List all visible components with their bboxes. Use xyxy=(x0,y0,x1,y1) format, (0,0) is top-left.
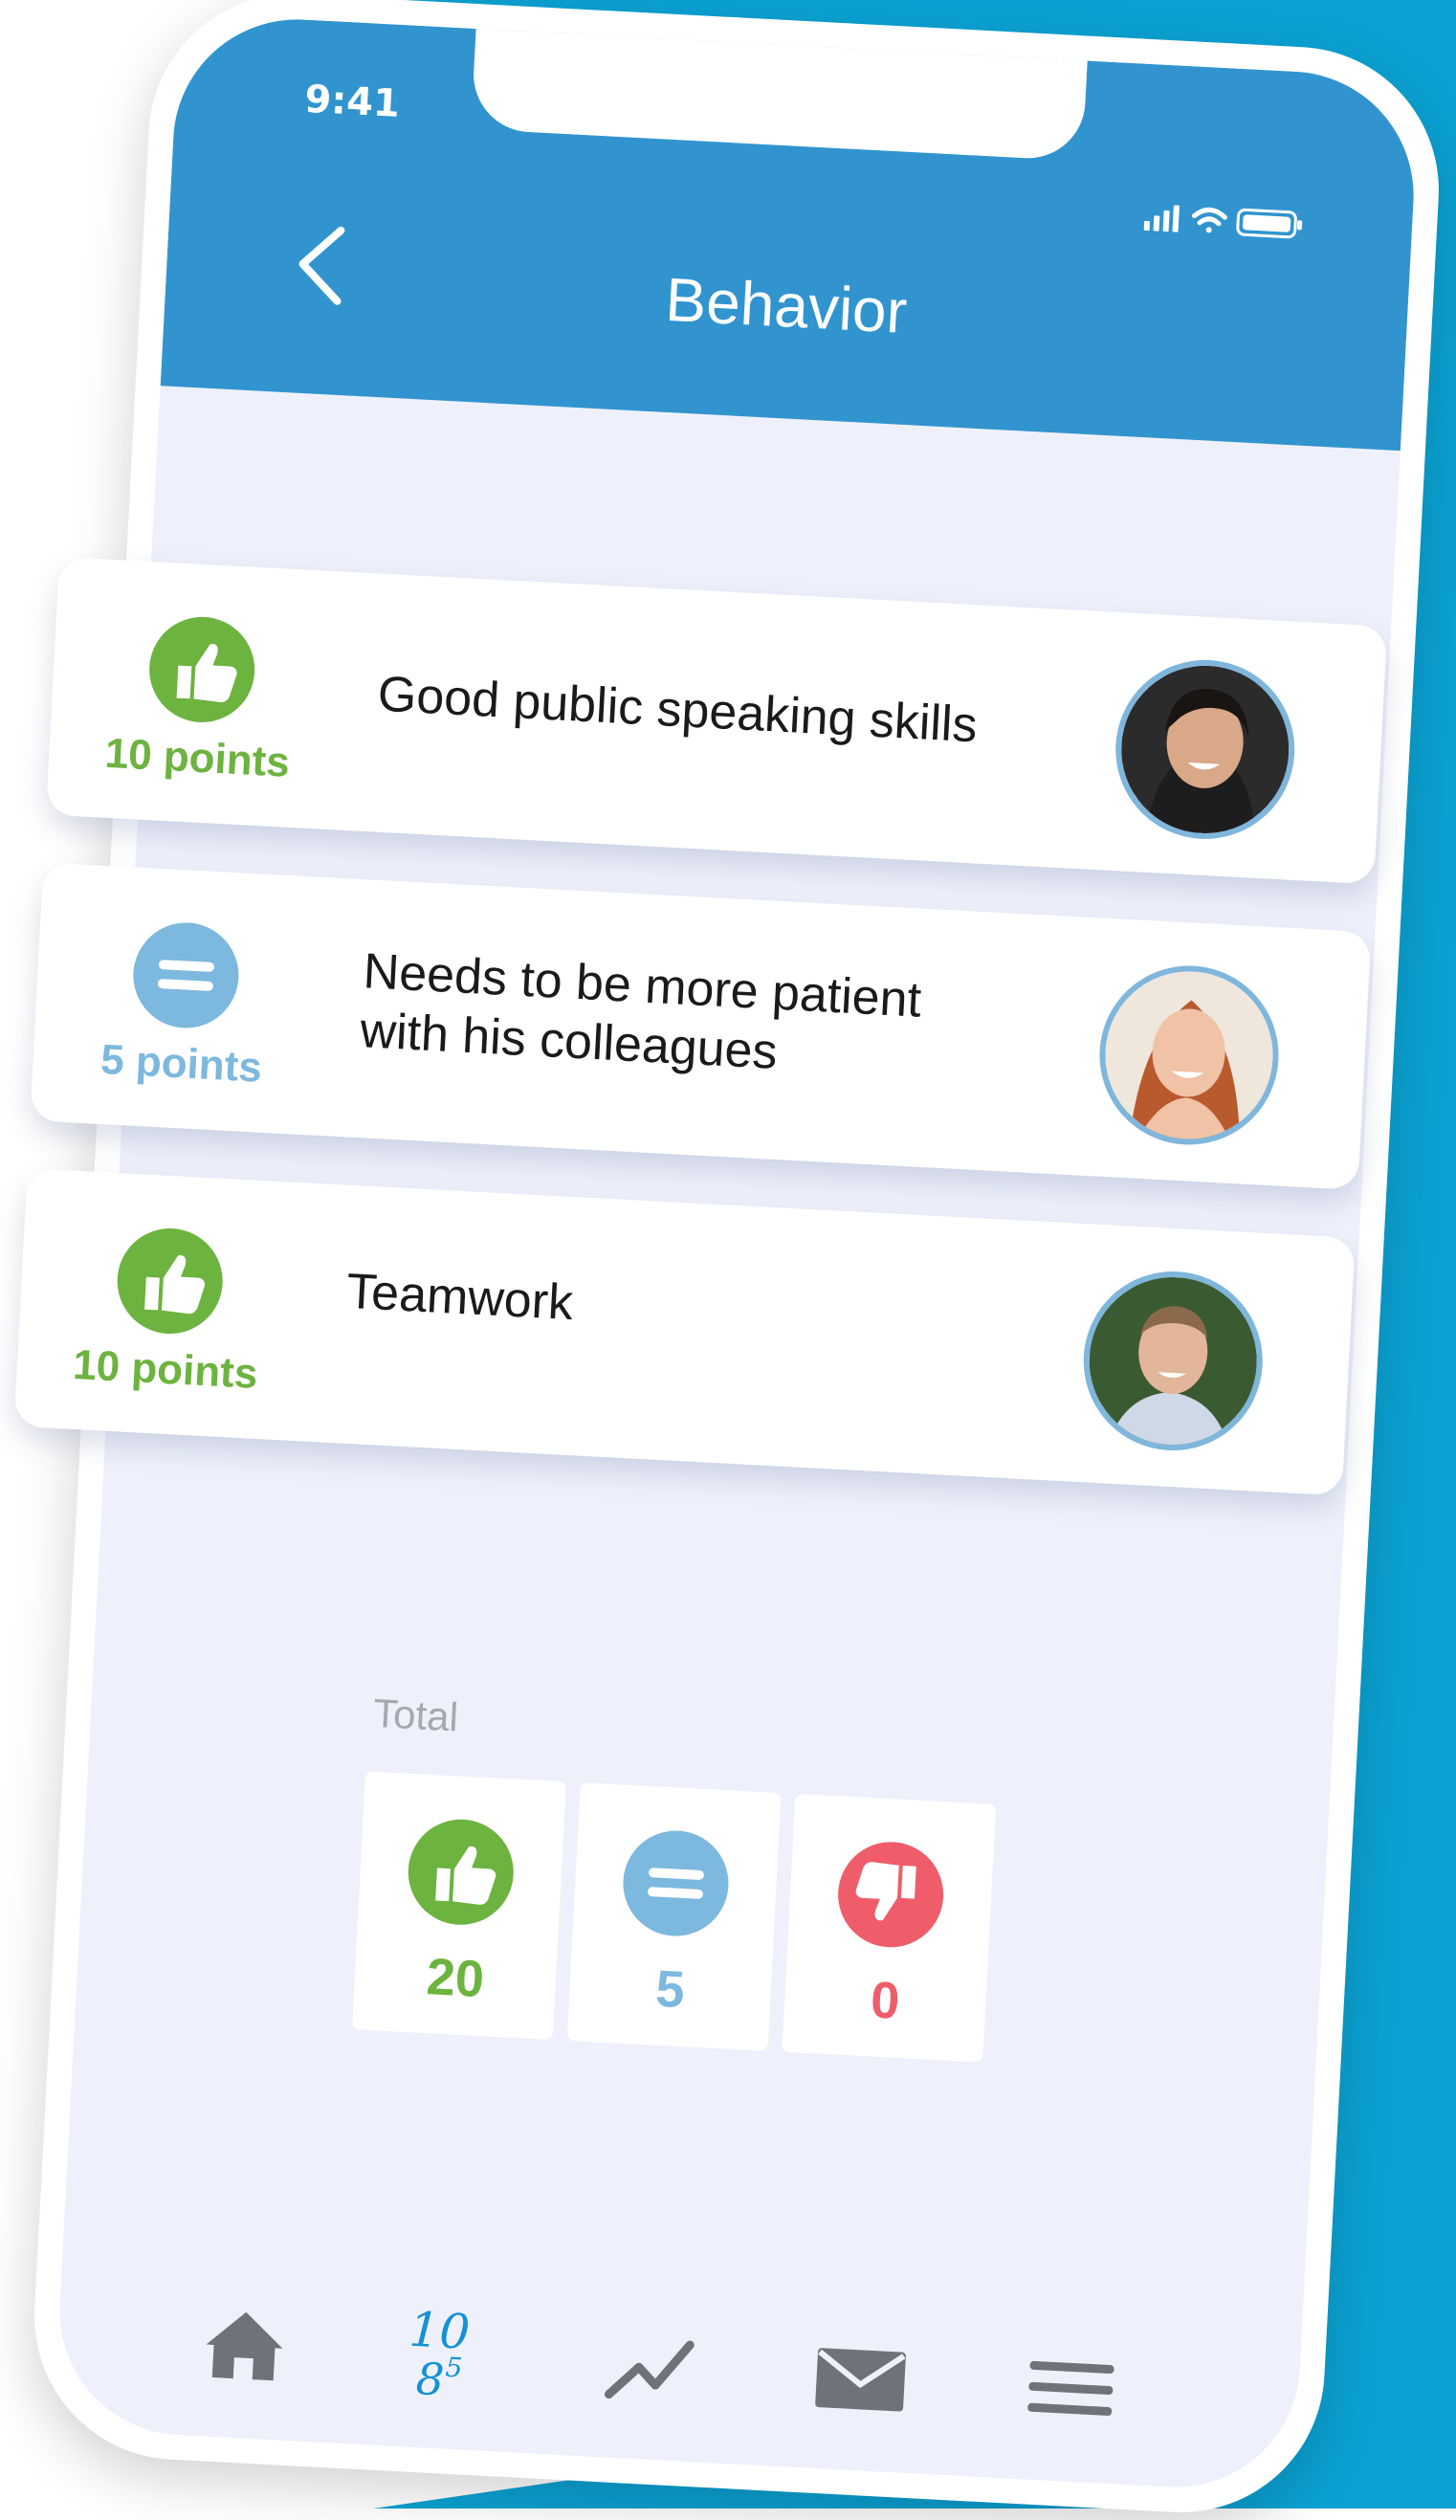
behavior-card[interactable]: 10 points Teamwork xyxy=(13,1168,1356,1496)
card-points: 5 points xyxy=(99,1035,264,1092)
thumbs-up-icon xyxy=(114,1226,226,1337)
equals-icon xyxy=(130,919,242,1031)
behavior-list: 10 points Good public speaking skills 5 … xyxy=(13,0,1445,2520)
card-description: Needs to be more patient with his collea… xyxy=(359,943,923,1080)
avatar xyxy=(1111,655,1299,844)
card-points: 10 points xyxy=(103,729,292,786)
card-points: 10 points xyxy=(72,1340,259,1398)
behavior-card[interactable]: 10 points Good public speaking skills xyxy=(46,556,1388,885)
phone-frame: 9:41 Behavior Total 20 5 0 10 8 5 10 poi… xyxy=(13,0,1446,2520)
card-description: Good public speaking skills xyxy=(376,666,979,754)
behavior-card[interactable]: 5 points Needs to be more patient with h… xyxy=(30,862,1372,1190)
thumbs-up-icon xyxy=(146,614,257,725)
avatar xyxy=(1078,1267,1268,1455)
phone-body: 9:41 Behavior Total 20 5 0 10 8 5 10 poi… xyxy=(13,0,1446,2520)
card-description: Teamwork xyxy=(344,1263,575,1332)
avatar xyxy=(1094,961,1284,1150)
